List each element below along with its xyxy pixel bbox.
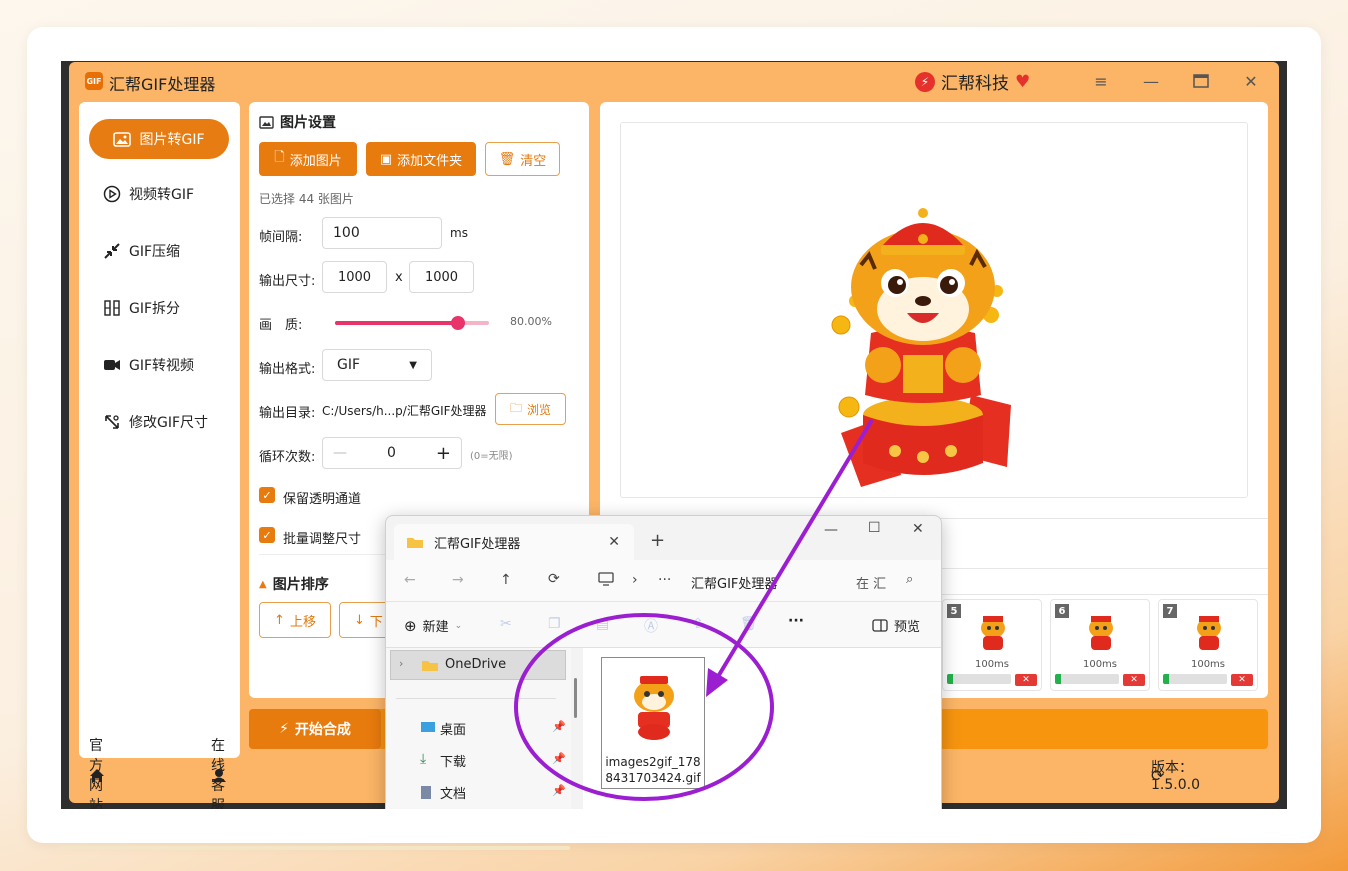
annotation-arrowhead bbox=[706, 668, 728, 697]
annotation-overlay bbox=[514, 418, 874, 801]
annotation-circle bbox=[514, 613, 774, 801]
annotation-arrow-line bbox=[714, 418, 874, 682]
